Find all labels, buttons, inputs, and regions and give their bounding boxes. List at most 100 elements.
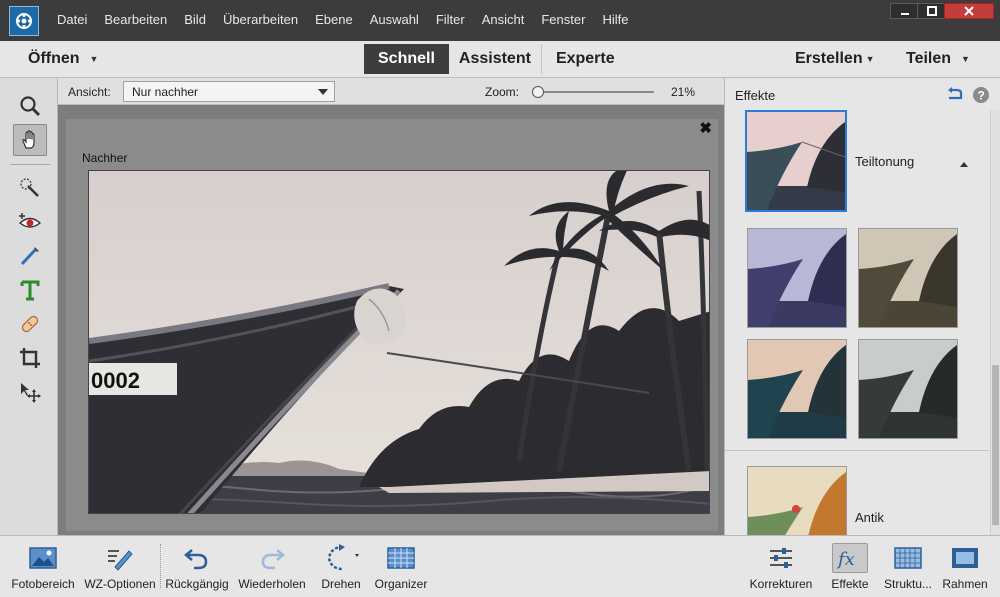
dropdown-arrow-icon xyxy=(318,89,328,95)
reset-icon[interactable] xyxy=(946,86,964,104)
close-document-icon[interactable]: ✖ xyxy=(699,119,712,137)
effect-variant-1[interactable] xyxy=(747,228,847,328)
effect-section-antik[interactable]: Antik xyxy=(855,510,884,525)
undo-label: Rückgängig xyxy=(165,577,229,591)
chevron-down-icon: ▼ xyxy=(961,53,970,64)
frame-icon xyxy=(952,548,978,568)
tab-schnell[interactable]: Schnell xyxy=(364,44,449,74)
tool-options-icon xyxy=(108,550,133,571)
textures-button[interactable]: Struktu... xyxy=(880,536,936,597)
move-tool[interactable] xyxy=(13,376,47,408)
effects-scrollbar[interactable] xyxy=(990,110,1000,535)
adjustments-button[interactable]: Korrekturen xyxy=(748,536,814,597)
effects-scrollbar-thumb[interactable] xyxy=(992,365,999,525)
rotate-button[interactable]: Drehen xyxy=(316,536,366,597)
text-tool[interactable] xyxy=(13,274,47,306)
crop-icon xyxy=(20,348,40,368)
effects-button[interactable]: fx Effekte xyxy=(826,536,874,597)
share-button[interactable]: Teilen ▼ xyxy=(906,50,970,68)
zoom-value: 21% xyxy=(671,85,696,99)
organizer-button[interactable]: Organizer xyxy=(372,536,430,597)
close-window-button[interactable] xyxy=(944,3,994,19)
effect-thumbnail-image xyxy=(748,467,846,535)
menu-hilfe[interactable]: Hilfe xyxy=(602,12,628,27)
menu-ansicht[interactable]: Ansicht xyxy=(482,12,525,27)
menu-ueberarbeiten[interactable]: Überarbeiten xyxy=(223,12,298,27)
bandage-icon xyxy=(21,315,39,333)
effect-section-teiltonung[interactable]: Teiltonung xyxy=(855,154,914,169)
zoom-tool[interactable] xyxy=(13,90,47,122)
zoom-slider-thumb[interactable] xyxy=(532,86,545,98)
effect-thumbnail-image xyxy=(747,112,845,210)
hand-tool[interactable] xyxy=(13,124,47,156)
maximize-button[interactable] xyxy=(917,3,947,19)
menu-ebene[interactable]: Ebene xyxy=(315,12,353,27)
spot-healing-tool[interactable] xyxy=(13,308,47,340)
menu-bearbeiten[interactable]: Bearbeiten xyxy=(104,12,167,27)
fx-icon: fx xyxy=(836,549,855,570)
tab-assistent[interactable]: Assistent xyxy=(449,44,542,74)
mode-bar: Öffnen ▼ Schnell Assistent Experte Erstel… xyxy=(0,41,1000,78)
redo-button[interactable]: Wiederholen xyxy=(236,536,308,597)
whiten-teeth-tool[interactable] xyxy=(13,240,47,272)
collapse-up-icon[interactable] xyxy=(959,160,969,168)
panel-title: Effekte xyxy=(735,88,776,103)
undo-button[interactable]: Rückgängig xyxy=(164,536,230,597)
view-select-value: Nur nachher xyxy=(132,85,199,99)
mode-tabs: Schnell Assistent Experte xyxy=(364,44,625,74)
open-button[interactable]: Öffnen ▼ xyxy=(28,50,98,68)
menu-bild[interactable]: Bild xyxy=(184,12,206,27)
redo-label: Wiederholen xyxy=(238,577,306,591)
tab-experte[interactable]: Experte xyxy=(542,44,625,74)
photo-bin-button[interactable]: Fotobereich xyxy=(8,536,78,597)
menu-filter[interactable]: Filter xyxy=(436,12,465,27)
help-icon[interactable]: ? xyxy=(972,86,990,104)
effect-variant-2[interactable] xyxy=(858,228,958,328)
textures-label: Struktu... xyxy=(883,577,933,591)
adjustments-label: Korrekturen xyxy=(749,577,813,591)
menu-bar: Datei Bearbeiten Bild Überarbeiten Ebene… xyxy=(57,12,645,27)
effects-panel: Effekte ? Teiltonung Antik xyxy=(724,78,1000,535)
canvas-area[interactable]: ✖ Nachher 0002 xyxy=(58,105,724,535)
view-label: Ansicht: xyxy=(68,85,111,99)
red-eye-tool[interactable] xyxy=(13,206,47,238)
effect-variant-image xyxy=(748,229,846,327)
rotate-label: Drehen xyxy=(321,577,361,591)
toolbox xyxy=(0,78,58,535)
effect-teiltonung-thumb[interactable] xyxy=(745,110,847,212)
view-select[interactable]: Nur nachher xyxy=(123,81,335,102)
photo-preview[interactable]: 0002 xyxy=(88,170,710,514)
menu-auswahl[interactable]: Auswahl xyxy=(370,12,419,27)
zoom-slider[interactable] xyxy=(532,86,654,98)
menu-fenster[interactable]: Fenster xyxy=(541,12,585,27)
quick-selection-tool[interactable] xyxy=(13,172,47,204)
menu-datei[interactable]: Datei xyxy=(57,12,87,27)
minimize-icon xyxy=(901,13,909,15)
organizer-icon xyxy=(387,547,415,569)
minimize-button[interactable] xyxy=(890,3,920,19)
open-label: Öffnen xyxy=(28,50,80,67)
bottom-bar: Fotobereich WZ-Optionen Rückgängig Wiede… xyxy=(0,535,1000,597)
effect-antik-thumb[interactable] xyxy=(747,466,847,535)
frames-button[interactable]: Rahmen xyxy=(940,536,990,597)
magnifier-icon xyxy=(20,96,41,117)
tool-options-button[interactable]: WZ-Optionen xyxy=(82,536,158,597)
effect-variant-4[interactable] xyxy=(858,339,958,439)
photo-image: 0002 xyxy=(89,171,709,513)
svg-text:fx: fx xyxy=(836,549,855,570)
after-view-label: Nachher xyxy=(82,151,128,165)
title-bar: Datei Bearbeiten Bild Überarbeiten Ebene… xyxy=(0,0,1000,41)
boat-number-text: 0002 xyxy=(91,368,140,393)
close-icon xyxy=(964,6,974,16)
effect-variant-image xyxy=(748,340,846,438)
effect-variant-3[interactable] xyxy=(747,339,847,439)
quick-selection-icon xyxy=(20,178,39,197)
crop-tool[interactable] xyxy=(13,342,47,374)
tool-options-label: WZ-Optionen xyxy=(84,577,156,591)
text-icon xyxy=(20,280,40,301)
create-button[interactable]: Erstellen ▼ xyxy=(795,50,875,68)
panel-icons: ? xyxy=(946,86,990,104)
maximize-icon xyxy=(927,6,937,16)
create-label: Erstellen xyxy=(795,50,863,67)
brush-icon xyxy=(20,247,39,266)
